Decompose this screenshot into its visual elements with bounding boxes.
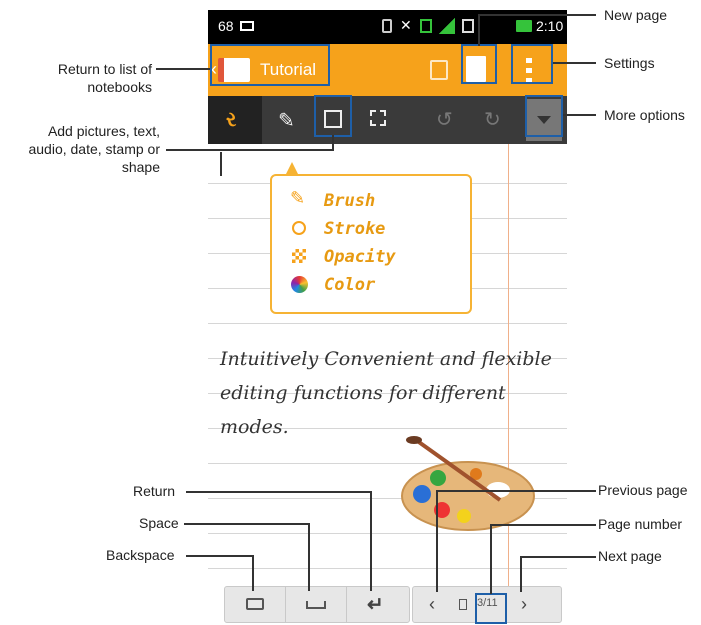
highlight-new-page [461,44,497,84]
space-icon [306,601,326,609]
sim2-icon [462,19,474,33]
brush-options-popup: ✎ Brush Stroke Opacity Color [270,162,472,314]
highlight-insert-tool [314,95,352,137]
pointer-settings [553,62,596,64]
undo-icon[interactable]: ↺ [436,107,453,132]
pointer-previous-page [436,490,596,492]
pointer-return-vert [370,491,372,591]
popup-item-label: Opacity [324,247,396,267]
previous-page-icon[interactable]: ‹ [429,594,435,615]
signal-icon [439,18,455,34]
label-previous-page: Previous page [598,482,688,498]
return-arrow-icon: ↵ [367,594,384,616]
label-return: Return [133,483,176,499]
highlight-settings [511,44,553,84]
handwriting-line-2: editing functions for different [220,382,506,404]
pointer-page-number [490,524,596,526]
stroke-circle-icon [292,221,306,235]
pointer-return [186,491,372,493]
redo-icon[interactable]: ↻ [484,107,501,132]
next-page-icon[interactable]: › [521,594,527,615]
status-time: 2:10 [536,18,564,34]
highlight-notebook-list [210,44,330,86]
backspace-icon [246,598,264,610]
pointer-next-page [520,556,596,558]
label-add-content-line2: audio, date, stamp or [28,141,160,157]
pointer-add-content-vert [332,135,334,151]
save-icon[interactable] [430,60,448,80]
label-page-number: Page number [598,516,683,532]
handwriting-line-3: modes. [220,416,289,438]
space-button[interactable] [286,587,347,622]
label-add-content: Add pictures, text, audio, date, stamp o… [0,122,160,176]
image-notification-icon [240,21,254,31]
return-button[interactable]: ↵ [347,587,409,622]
page-icon [459,599,467,610]
pointer-space [184,523,310,525]
label-add-content-line3: shape [121,159,160,175]
pointer-backspace [186,555,254,557]
label-add-content-line1: Add pictures, text, [47,123,160,139]
pointer-more-options [563,114,596,116]
select-tool-icon[interactable] [370,110,386,126]
label-space: Space [139,515,179,531]
vibrate-icon [382,19,392,33]
sim1-icon [420,19,432,33]
brush-tool-icon: ર [226,109,237,131]
popup-item-opacity[interactable]: Opacity [290,244,460,270]
pointer-new-page-vert [478,14,480,46]
mute-icon: ✕ [400,17,412,33]
popup-item-brush[interactable]: ✎ Brush [290,188,460,214]
label-backspace: Backspace [106,547,175,563]
highlight-page-number [475,593,507,624]
highlight-more-options [525,95,563,137]
label-return-list: Return to list of notebooks [0,60,152,96]
label-settings: Settings [604,55,655,71]
color-wheel-icon [291,276,308,293]
label-next-page: Next page [598,548,662,564]
pointer-page-number-vert [490,524,492,594]
eraser-tool-icon[interactable]: ✎ [278,108,295,133]
backspace-button[interactable] [225,587,286,622]
popup-item-label: Brush [324,191,376,211]
label-return-list-line1: Return to list of [57,61,152,77]
label-new-page: New page [604,7,668,23]
pointer-previous-page-vert [436,490,438,592]
label-more-options: More options [604,107,685,123]
battery-icon [516,20,532,32]
brush-icon: ✎ [290,188,306,208]
popup-item-label: Stroke [324,219,386,239]
edit-toolbar: ર ✎ ↺ ↻ [208,96,567,144]
popup-pointer [286,162,298,174]
popup-item-stroke[interactable]: Stroke [290,216,460,242]
note-page[interactable]: ✎ Brush Stroke Opacity Color Intuitively… [208,144,567,594]
handwriting-line-1: Intuitively Convenient and flexible [220,348,552,370]
keyboard-key-bar: ↵ [224,586,410,623]
text-cursor [220,152,222,176]
status-number: 68 [218,18,234,34]
pointer-backspace-vert [252,555,254,591]
pointer-space-vert [308,523,310,591]
pointer-new-page [478,14,596,16]
pointer-next-page-vert [520,556,522,592]
popup-item-label: Color [324,275,376,295]
paint-palette-illustration [388,434,548,534]
label-return-list-line2: notebooks [87,79,152,95]
popup-item-color[interactable]: Color [290,272,460,298]
opacity-icon [292,249,306,263]
phone-screen: 68 ✕ 2:10 ‹ Tutorial ર ✎ ↺ ↻ ✎ Brush Str… [208,10,567,625]
brush-tool-button[interactable]: ર [208,96,262,144]
pointer-add-content [166,149,334,151]
pointer-return-list [156,68,210,70]
